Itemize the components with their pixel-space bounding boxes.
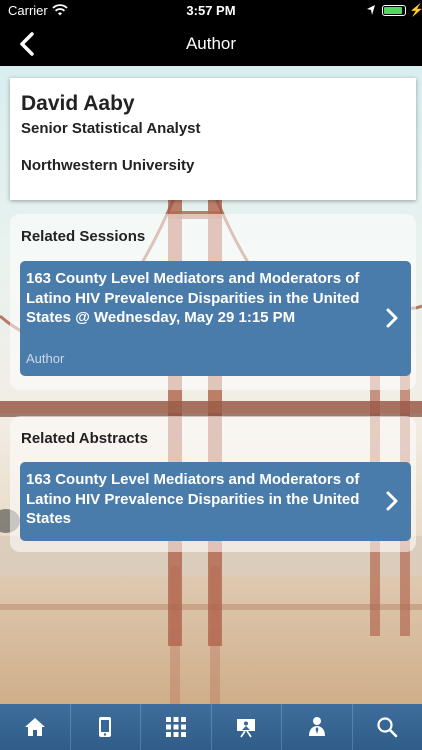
- grid-icon: [165, 717, 186, 737]
- related-sessions-heading: Related Sessions: [21, 228, 146, 245]
- related-sessions-panel: Related Sessions 163 County Level Mediat…: [10, 214, 416, 390]
- author-profile-card: David Aaby Senior Statistical Analyst No…: [10, 78, 416, 200]
- navigation-bar: Author: [0, 22, 422, 66]
- author-organization: Northwestern University: [21, 157, 195, 174]
- clock: 3:57 PM: [186, 3, 236, 18]
- status-bar: Carrier 3:57 PM ⚡: [0, 0, 422, 22]
- author-name: David Aaby: [21, 92, 135, 115]
- session-list-item[interactable]: 163 County Level Mediators and Moderator…: [20, 261, 411, 376]
- abstract-title: 163 County Level Mediators and Moderator…: [26, 471, 360, 527]
- tab-grid[interactable]: [141, 704, 212, 750]
- tab-home[interactable]: [0, 704, 71, 750]
- author-title: Senior Statistical Analyst: [21, 120, 201, 137]
- charging-icon: ⚡: [409, 3, 422, 17]
- presentation-icon: [237, 719, 256, 738]
- tab-presentations[interactable]: [212, 704, 282, 750]
- battery-level: [384, 7, 402, 14]
- session-role: Author: [26, 351, 65, 366]
- related-abstracts-heading: Related Abstracts: [21, 430, 148, 447]
- search-icon: [377, 717, 398, 738]
- battery-icon: [382, 5, 406, 16]
- tab-mobile[interactable]: [71, 704, 141, 750]
- page-title: Author: [185, 34, 237, 53]
- related-abstracts-panel: Related Abstracts 163 County Level Media…: [10, 416, 416, 552]
- tab-bar: [0, 704, 422, 750]
- abstract-list-item[interactable]: 163 County Level Mediators and Moderator…: [20, 462, 411, 541]
- mobile-device-icon: [99, 717, 112, 737]
- chevron-right-icon: [386, 308, 398, 328]
- session-title: 163 County Level Mediators and Moderator…: [26, 270, 360, 326]
- location-arrow-icon: [367, 5, 375, 15]
- person-icon: [308, 717, 325, 736]
- tab-search[interactable]: [353, 704, 422, 750]
- chevron-right-icon: [386, 491, 398, 511]
- top-bar: Carrier 3:57 PM ⚡ Author: [0, 0, 422, 66]
- tab-people[interactable]: [282, 704, 353, 750]
- home-icon: [24, 718, 45, 736]
